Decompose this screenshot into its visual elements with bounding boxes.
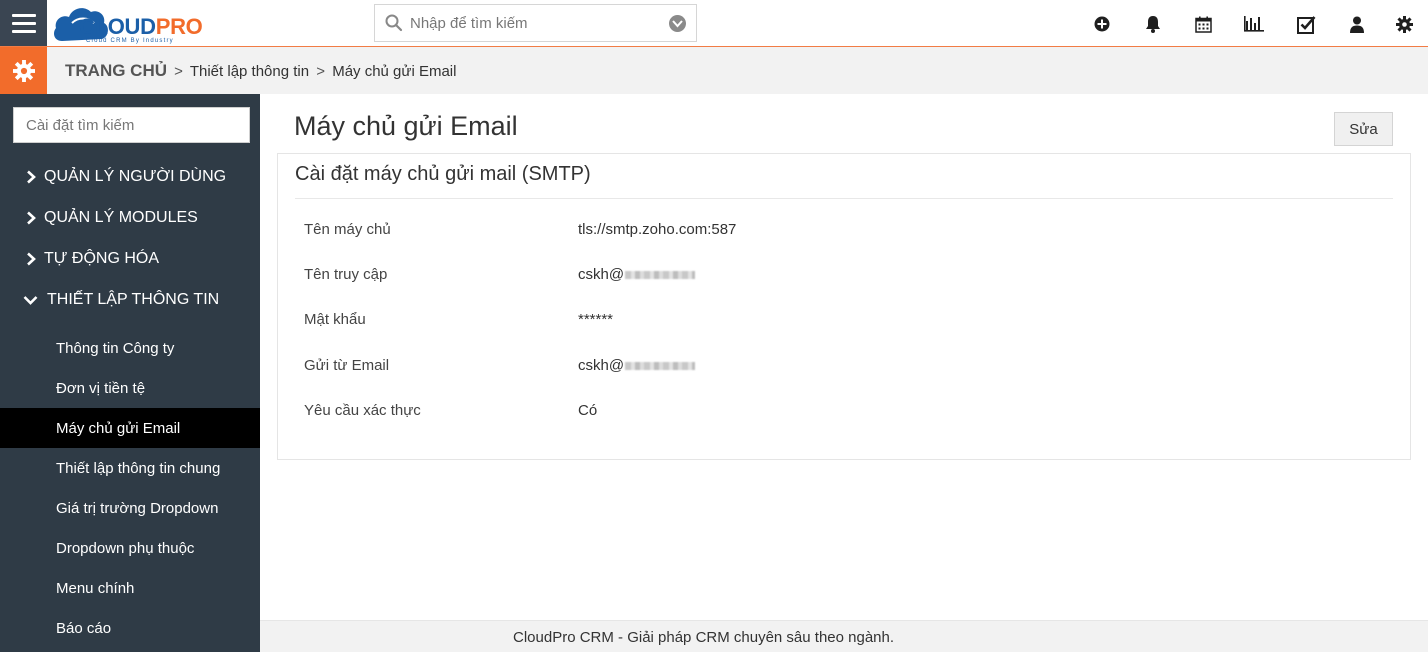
breadcrumb-separator: >	[316, 63, 326, 80]
redacted-text	[625, 271, 696, 280]
sidebar-item-reports[interactable]: Báo cáo	[0, 608, 260, 648]
plus-circle-icon[interactable]	[1091, 13, 1113, 35]
field-value-wrapper: cskh@	[578, 266, 696, 283]
sidebar-section-label: THIẾT LẬP THÔNG TIN	[47, 291, 220, 308]
user-icon[interactable]	[1346, 13, 1368, 35]
hamburger-menu-icon[interactable]	[0, 0, 47, 46]
settings-sidebar: QUẢN LÝ NGƯỜI DÙNG QUẢN LÝ MODULES TỰ ĐỘ…	[0, 94, 260, 652]
panel-title: Cài đặt máy chủ gửi mail (SMTP)	[295, 163, 591, 185]
logo-tagline: Cloud CRM By Industry	[86, 38, 174, 44]
field-label: Tên truy cập	[304, 266, 388, 283]
chevron-right-icon	[0, 198, 44, 238]
sidebar-item-main-menu[interactable]: Menu chính	[0, 568, 260, 608]
menu-line	[11, 13, 36, 17]
field-label: Tên máy chủ	[304, 221, 391, 238]
search-input[interactable]	[410, 13, 660, 33]
logo-wordmark: CLOUDPRO	[79, 14, 203, 39]
sidebar-section-label: QUẢN LÝ NGƯỜI DÙNG	[44, 168, 227, 185]
field-label: Yêu cầu xác thực	[304, 402, 421, 419]
sidebar-item-general-settings[interactable]: Thiết lập thông tin chung	[0, 448, 260, 488]
settings-search-input[interactable]	[14, 108, 249, 142]
gear-icon[interactable]	[1393, 13, 1415, 35]
edit-button[interactable]: Sửa	[1334, 112, 1393, 146]
sidebar-item-company-info[interactable]: Thông tin Công ty	[0, 328, 260, 368]
field-label: Gửi từ Email	[304, 357, 390, 374]
chevron-down-icon[interactable]	[669, 15, 686, 32]
breadcrumb-bar: TRANG CHỦ > Thiết lập thông tin > Máy ch…	[0, 47, 1428, 94]
global-search	[374, 4, 697, 42]
top-bar: CLOUDPRO Cloud CRM By Industry	[0, 0, 1428, 47]
chevron-right-icon	[0, 239, 44, 279]
bar-chart-icon[interactable]	[1243, 13, 1265, 35]
breadcrumb: TRANG CHỦ > Thiết lập thông tin > Máy ch…	[65, 61, 456, 81]
chevron-down-icon	[0, 280, 47, 320]
checkbox-icon[interactable]	[1295, 13, 1317, 35]
field-value: tls://smtp.zoho.com:587	[578, 221, 737, 238]
field-value-wrapper: cskh@	[578, 357, 696, 374]
smtp-settings-panel: Cài đặt máy chủ gửi mail (SMTP) Tên máy …	[277, 153, 1411, 460]
breadcrumb-item-current: Máy chủ gửi Email	[332, 63, 457, 80]
sidebar-section-settings-info[interactable]: THIẾT LẬP THÔNG TIN	[0, 280, 260, 320]
settings-search	[13, 107, 250, 143]
field-value: cskh@	[578, 266, 625, 283]
bell-icon[interactable]	[1142, 13, 1164, 35]
sidebar-section-modules[interactable]: QUẢN LÝ MODULES	[0, 198, 260, 238]
calendar-icon[interactable]	[1192, 13, 1214, 35]
detail-row-from-email: Gửi từ Email cskh@	[278, 347, 1378, 387]
detail-row-username: Tên truy cập cskh@	[278, 256, 1378, 296]
field-value: Có	[578, 402, 598, 419]
breadcrumb-item-settings[interactable]: Thiết lập thông tin	[190, 63, 309, 80]
detail-row-server-name: Tên máy chủ tls://smtp.zoho.com:587	[278, 211, 1378, 251]
cloudpro-logo[interactable]: CLOUDPRO Cloud CRM By Industry	[52, 3, 227, 44]
sidebar-section-user-management[interactable]: QUẢN LÝ NGƯỜI DÙNG	[0, 157, 260, 197]
sidebar-item-currency[interactable]: Đơn vị tiền tệ	[0, 368, 260, 408]
breadcrumb-separator: >	[174, 63, 183, 80]
breadcrumb-home[interactable]: TRANG CHỦ	[65, 61, 167, 80]
page-title: Máy chủ gửi Email	[294, 111, 518, 141]
sidebar-item-dependent-dropdown[interactable]: Dropdown phụ thuộc	[0, 528, 260, 568]
sidebar-section-automation[interactable]: TỰ ĐỘNG HÓA	[0, 239, 260, 279]
menu-line	[11, 29, 36, 33]
detail-row-require-auth: Yêu cầu xác thực Có	[278, 392, 1378, 432]
divider	[295, 198, 1393, 199]
sidebar-item-dropdown-values[interactable]: Giá trị trường Dropdown	[0, 488, 260, 528]
sidebar-section-label: TỰ ĐỘNG HÓA	[44, 250, 159, 267]
settings-gear-icon[interactable]	[0, 47, 47, 94]
chevron-right-icon	[0, 157, 44, 197]
sidebar-item-email-server[interactable]: Máy chủ gửi Email	[0, 408, 260, 448]
menu-line	[11, 21, 36, 25]
field-value: cskh@	[578, 357, 625, 374]
field-value: ******	[578, 311, 614, 328]
redacted-text	[625, 362, 696, 371]
sidebar-section-label: QUẢN LÝ MODULES	[44, 209, 198, 226]
main-content: Máy chủ gửi Email Sửa Cài đặt máy chủ gử…	[260, 94, 1428, 620]
detail-row-password: Mật khẩu ******	[278, 301, 1378, 341]
footer: CloudPro CRM - Giải pháp CRM chuyên sâu …	[260, 620, 1428, 652]
search-icon	[385, 14, 403, 32]
field-label: Mật khẩu	[304, 311, 366, 328]
footer-text: CloudPro CRM - Giải pháp CRM chuyên sâu …	[513, 629, 895, 646]
